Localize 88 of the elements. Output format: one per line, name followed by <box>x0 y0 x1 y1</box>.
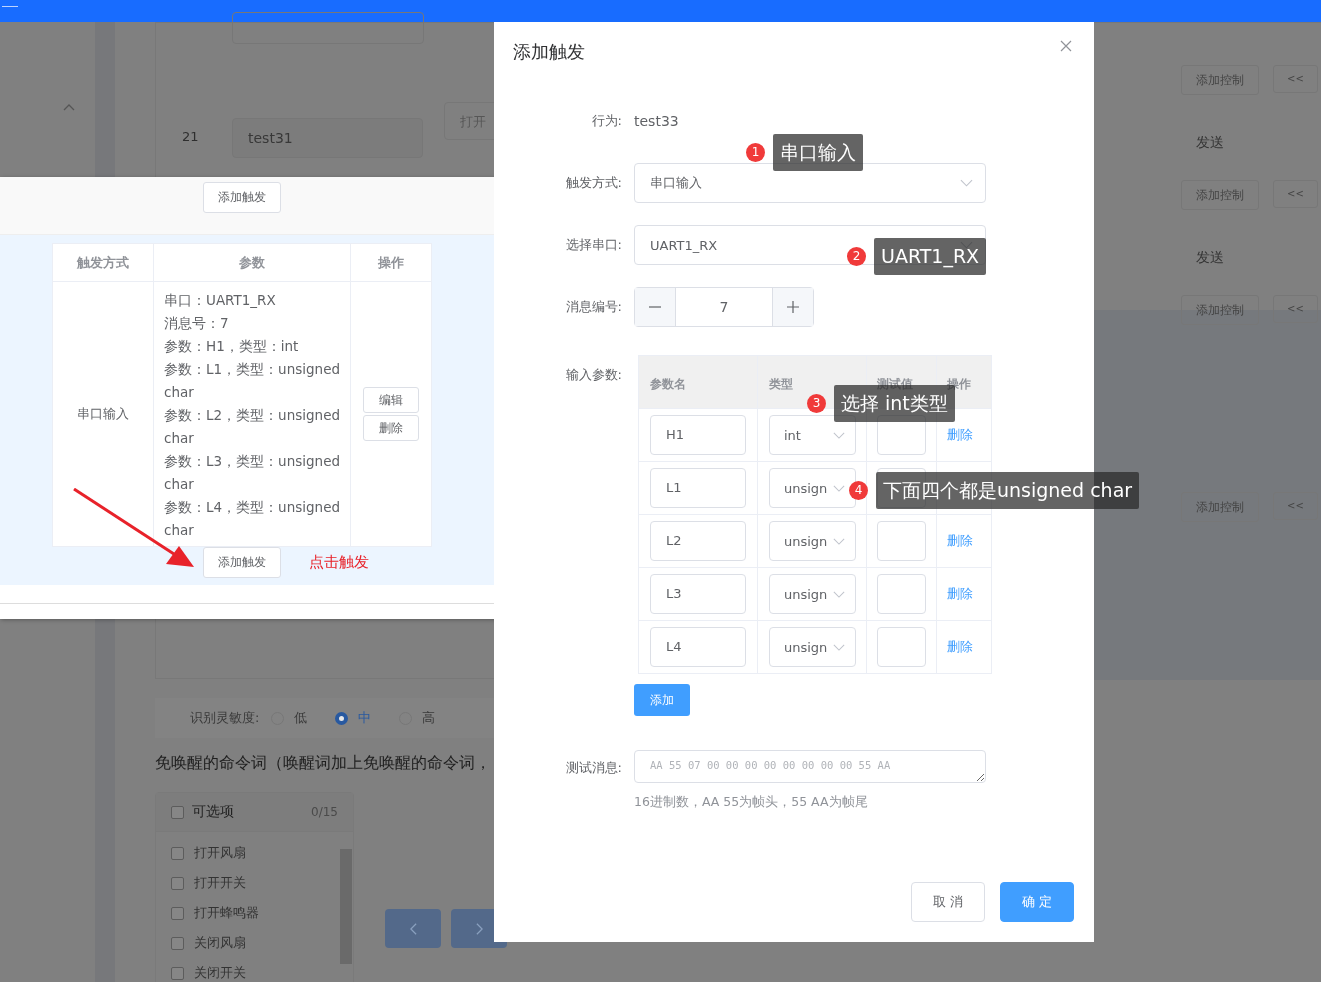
dialog-title: 添加触发 <box>513 40 585 64</box>
caret-up-icon[interactable] <box>63 103 75 111</box>
callout-text: 点击触发 <box>309 553 369 572</box>
chevron-down-icon <box>833 537 845 545</box>
chevron-left-icon <box>408 921 418 936</box>
text-field[interactable]: test31 <box>232 118 423 158</box>
hint-text: 16进制数，AA 55为帧头，55 AA为帧尾 <box>634 794 869 811</box>
table-cell-text: 参数：L1，类型：unsigned char <box>164 360 341 402</box>
column-header: 类型 <box>769 375 793 393</box>
field-label: 消息编号: <box>564 298 623 316</box>
collapse-button[interactable]: << <box>1273 180 1318 208</box>
radio-label[interactable]: 中 <box>358 709 372 727</box>
panel-title: 可选项 <box>192 803 235 821</box>
text-field[interactable]: L1 <box>650 468 746 508</box>
annotation-tooltip: UART1_RX <box>874 238 987 275</box>
message-field[interactable]: AA 55 07 00 00 00 00 00 00 00 00 55 AA <box>634 750 986 783</box>
table-cell-text: 参数：L4，类型：unsigned char <box>164 498 341 540</box>
select-field[interactable]: unsign <box>769 521 856 561</box>
radio-button[interactable] <box>335 711 349 725</box>
increment-button[interactable] <box>773 288 813 326</box>
delete-link[interactable]: 删除 <box>947 426 973 444</box>
checkbox[interactable] <box>171 936 184 950</box>
send-label: 发送 <box>1196 134 1224 152</box>
delete-link[interactable]: 删除 <box>947 585 973 603</box>
previous-button[interactable] <box>385 909 441 948</box>
chevron-right-icon <box>474 921 484 936</box>
checkbox[interactable] <box>171 906 184 920</box>
row-number: 21 <box>182 129 199 144</box>
checkbox[interactable] <box>171 846 184 860</box>
chevron-down-icon <box>833 484 845 492</box>
table-cell-text: 串口：UART1_RX <box>164 291 277 310</box>
cancel-button[interactable]: 取 消 <box>911 882 985 922</box>
option-label[interactable]: 打开风扇 <box>194 844 246 862</box>
field-label: 输入参数: <box>564 366 623 384</box>
text-field[interactable]: L4 <box>650 627 746 667</box>
column-header: 参数名 <box>650 375 686 393</box>
radio-label[interactable]: 高 <box>422 709 436 727</box>
collapse-button[interactable]: << <box>1273 492 1318 520</box>
option-label[interactable]: 打开开关 <box>194 874 246 892</box>
checkbox[interactable] <box>171 805 184 819</box>
annotation-tooltip: 下面四个都是unsigned char <box>876 472 1140 509</box>
option-label[interactable]: 关闭风扇 <box>194 934 246 952</box>
annotation-tooltip: 串口输入 <box>773 134 863 171</box>
field-label: 行为: <box>590 112 623 130</box>
column-header: 触发方式 <box>53 244 154 281</box>
table-cell: 串口输入 <box>77 405 129 423</box>
checkbox[interactable] <box>171 876 184 890</box>
chevron-down-icon <box>833 643 845 651</box>
select-field[interactable]: unsign <box>769 574 856 614</box>
table-cell-text: 参数：L2，类型：unsigned char <box>164 406 341 448</box>
plus-icon <box>787 301 799 313</box>
option-label[interactable]: 打开蜂鸣器 <box>194 904 259 922</box>
send-label: 发送 <box>1196 249 1224 267</box>
collapse-button[interactable]: << <box>1273 295 1318 323</box>
sensitivity-label: 识别灵敏度: <box>190 709 260 727</box>
section-heading: 免唤醒的命令词（唤醒词加上免唤醒的命令词， <box>155 753 491 774</box>
action-button[interactable]: 删除 <box>363 415 419 441</box>
radio-label[interactable]: 低 <box>294 709 308 727</box>
text-field[interactable]: L2 <box>650 521 746 561</box>
select-field[interactable]: unsign <box>769 627 856 667</box>
chevron-down-icon <box>833 431 845 439</box>
option-label[interactable]: 关闭开关 <box>194 964 246 982</box>
text-field[interactable] <box>232 12 424 44</box>
table-cell-text: 参数：H1，类型：int <box>164 337 300 356</box>
field-label: 触发方式: <box>564 174 623 192</box>
add-trigger-button[interactable]: 添加触发 <box>202 182 281 213</box>
text-field[interactable]: H1 <box>650 415 746 455</box>
text-field[interactable]: L3 <box>650 574 746 614</box>
delete-link[interactable]: 删除 <box>947 532 973 550</box>
table-cell-text: 消息号：7 <box>164 314 230 333</box>
collapse-button[interactable]: << <box>1273 65 1318 93</box>
action-button[interactable]: 编辑 <box>363 387 419 413</box>
annotation-tooltip: 选择 int类型 <box>834 385 955 422</box>
chevron-down-icon <box>833 590 845 598</box>
close-icon[interactable] <box>1060 40 1072 52</box>
chevron-down-icon <box>960 179 973 187</box>
add-trigger-button[interactable]: 添加触发 <box>203 547 281 578</box>
column-header: 操作 <box>377 253 406 272</box>
field-label: 测试消息: <box>564 759 623 777</box>
delete-link[interactable]: 删除 <box>947 638 973 656</box>
field-label: 选择串口: <box>564 236 623 254</box>
field-value: test33 <box>634 113 679 129</box>
checkbox[interactable] <box>171 966 184 980</box>
decrement-button[interactable] <box>635 288 675 326</box>
column-header: 参数 <box>153 244 352 281</box>
table-cell-text: 参数：L3，类型：unsigned char <box>164 452 341 494</box>
add-button[interactable]: 添加 <box>634 684 690 716</box>
confirm-button[interactable]: 确 定 <box>1000 882 1074 922</box>
